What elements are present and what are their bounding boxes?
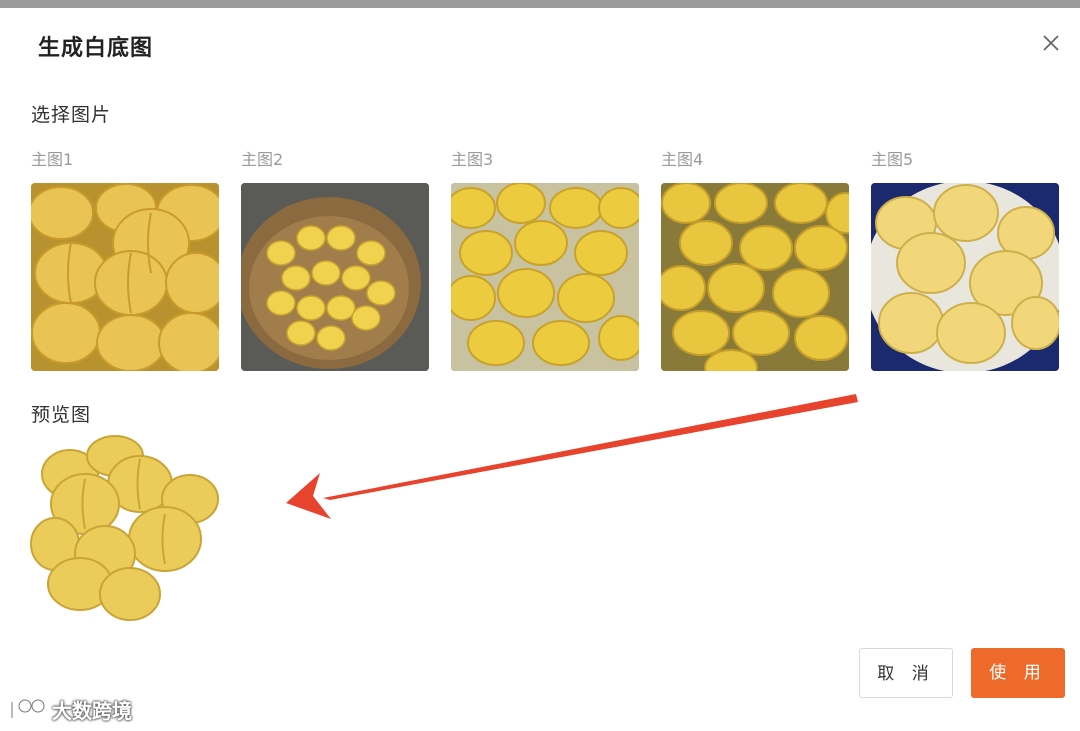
dialog-title: 生成白底图: [38, 36, 154, 61]
thumbnail-image-5[interactable]: [871, 183, 1059, 371]
watermark-logo-icon: [10, 698, 46, 718]
thumbnail-label-4: 主图4: [661, 150, 704, 169]
thumbnail-image-4[interactable]: [661, 183, 849, 371]
thumbnail-image-3[interactable]: [451, 183, 639, 371]
thumbnail-label-1: 主图1: [31, 150, 74, 169]
cancel-button[interactable]: 取 消: [859, 648, 953, 698]
preview-label: 预览图: [31, 404, 92, 426]
preview-image: [30, 434, 220, 624]
thumbnail-label-2: 主图2: [241, 150, 284, 169]
watermark-text: 大数跨境: [52, 698, 132, 723]
thumbnail-image-2[interactable]: [241, 183, 429, 371]
use-button[interactable]: 使 用: [971, 648, 1065, 698]
thumbnail-image-1[interactable]: [31, 183, 219, 371]
watermark: 大数跨境: [8, 694, 132, 724]
window-top-bar: [0, 0, 1080, 8]
thumbnail-label-3: 主图3: [451, 150, 494, 169]
select-images-label: 选择图片: [31, 104, 112, 126]
close-icon[interactable]: [1038, 30, 1064, 56]
thumbnail-label-5: 主图5: [871, 150, 914, 169]
